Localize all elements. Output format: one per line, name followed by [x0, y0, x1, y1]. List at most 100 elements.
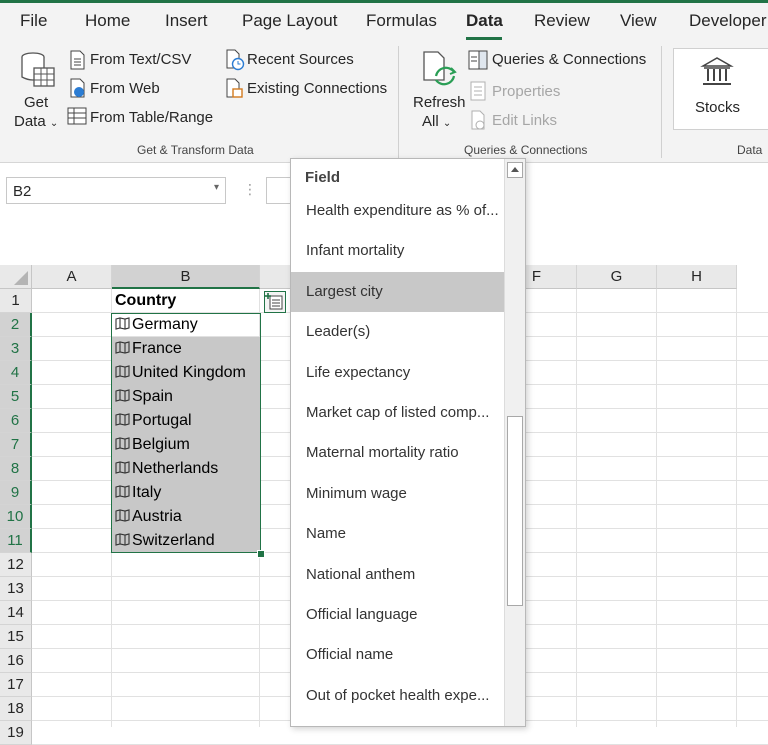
column-gridline: [736, 289, 737, 727]
recent-sources-button[interactable]: Recent Sources: [247, 51, 354, 68]
tab-review[interactable]: Review: [534, 11, 590, 31]
geography-icon[interactable]: [115, 434, 130, 450]
field-option[interactable]: Maternal mortality ratio: [291, 433, 505, 473]
select-all-triangle-icon: [14, 271, 28, 285]
cell-b3[interactable]: France: [112, 337, 260, 361]
cell-b9[interactable]: Italy: [112, 481, 260, 505]
field-option[interactable]: National anthem: [291, 555, 505, 595]
from-web-button[interactable]: From Web: [90, 80, 160, 97]
row-header-5[interactable]: 5: [0, 385, 32, 409]
field-option[interactable]: Minimum wage: [291, 474, 505, 514]
tab-page-layout[interactable]: Page Layout: [242, 11, 337, 31]
geography-icon[interactable]: [115, 410, 130, 426]
row-header-18[interactable]: 18: [0, 697, 32, 721]
cell-b4[interactable]: United Kingdom: [112, 361, 260, 385]
scroll-up-icon[interactable]: [507, 162, 523, 178]
row-header-6[interactable]: 6: [0, 409, 32, 433]
tab-data[interactable]: Data: [466, 11, 503, 31]
stocks-data-type-button[interactable]: Stocks: [673, 48, 768, 130]
fill-handle[interactable]: [257, 550, 265, 558]
geography-icon[interactable]: [115, 530, 130, 546]
field-option[interactable]: Largest city: [291, 271, 505, 312]
cell-b5[interactable]: Spain: [112, 385, 260, 409]
from-table-range-button[interactable]: From Table/Range: [90, 109, 213, 126]
existing-connections-button[interactable]: Existing Connections: [247, 80, 387, 97]
ribbon-panel: Get Data ⌄ From Text/CSV From Web From T…: [0, 40, 768, 163]
field-option[interactable]: Name: [291, 514, 505, 554]
name-box[interactable]: B2 ▾: [6, 177, 226, 204]
tab-view[interactable]: View: [620, 11, 657, 31]
row-header-12[interactable]: 12: [0, 553, 32, 577]
geography-icon[interactable]: [115, 482, 130, 498]
row-header-13[interactable]: 13: [0, 577, 32, 601]
scrollbar-thumb[interactable]: [507, 416, 523, 606]
geography-icon[interactable]: [115, 314, 130, 330]
geography-icon[interactable]: [115, 338, 130, 354]
geography-icon[interactable]: [115, 506, 130, 522]
queries-connections-button[interactable]: Queries & Connections: [492, 51, 646, 68]
row-header-3[interactable]: 3: [0, 337, 32, 361]
refresh-all-button[interactable]: Refresh All ⌄: [408, 46, 466, 132]
name-box-value: B2: [13, 183, 32, 200]
row-header-17[interactable]: 17: [0, 673, 32, 697]
get-data-button[interactable]: Get Data ⌄: [10, 46, 62, 132]
tab-file[interactable]: File: [20, 11, 47, 31]
stocks-label: Stocks: [695, 99, 741, 116]
row-header-16[interactable]: 16: [0, 649, 32, 673]
row-header-11[interactable]: 11: [0, 529, 32, 553]
column-header-h[interactable]: H: [657, 265, 737, 289]
edit-links-button[interactable]: Edit Links: [492, 112, 557, 129]
group-label-get-transform: Get & Transform Data: [137, 143, 254, 157]
field-option[interactable]: Market cap of listed comp...: [291, 393, 505, 433]
refresh-label-2: All ⌄: [422, 113, 452, 130]
geography-icon[interactable]: [115, 458, 130, 474]
row-header-1[interactable]: 1: [0, 289, 32, 313]
field-option[interactable]: Health expenditure as % of...: [291, 191, 505, 231]
cell-b8[interactable]: Netherlands: [112, 457, 260, 481]
field-option[interactable]: Official language: [291, 595, 505, 635]
row-header-10[interactable]: 10: [0, 505, 32, 529]
column-gridline: [576, 289, 577, 727]
field-option[interactable]: Infant mortality: [291, 231, 505, 271]
cell-b11[interactable]: Switzerland: [112, 529, 260, 553]
row-header-4[interactable]: 4: [0, 361, 32, 385]
cell-b1[interactable]: Country: [112, 289, 260, 313]
tab-home[interactable]: Home: [85, 11, 130, 31]
field-option[interactable]: Life expectancy: [291, 353, 505, 393]
tab-formulas[interactable]: Formulas: [366, 11, 437, 31]
queries-connections-icon: [468, 50, 488, 70]
cell-b2[interactable]: Germany: [112, 313, 260, 337]
tab-developer[interactable]: Developer: [689, 11, 767, 31]
column-header-b[interactable]: B: [112, 265, 260, 289]
chevron-down-icon[interactable]: ▾: [214, 182, 219, 193]
cell-b10[interactable]: Austria: [112, 505, 260, 529]
more-options-icon: ⋮: [243, 181, 257, 197]
ribbon-tabs: File Home Insert Page Layout Formulas Da…: [0, 3, 768, 40]
field-option[interactable]: Out of pocket health expe...: [291, 676, 505, 716]
dropdown-scrollbar[interactable]: [504, 159, 525, 726]
row-header-9[interactable]: 9: [0, 481, 32, 505]
row-header-8[interactable]: 8: [0, 457, 32, 481]
row-header-7[interactable]: 7: [0, 433, 32, 457]
country-name: Germany: [132, 316, 198, 333]
select-all-button[interactable]: [0, 265, 32, 289]
cell-b6[interactable]: Portugal: [112, 409, 260, 433]
dropdown-header: Field: [305, 169, 341, 186]
column-header-a[interactable]: A: [32, 265, 112, 289]
column-header-g[interactable]: G: [577, 265, 657, 289]
group-label-data-types: Data: [737, 143, 763, 157]
from-text-csv-button[interactable]: From Text/CSV: [90, 51, 191, 68]
geography-icon[interactable]: [115, 362, 130, 378]
properties-button[interactable]: Properties: [492, 83, 560, 100]
geography-icon[interactable]: [115, 386, 130, 402]
field-option[interactable]: Leader(s): [291, 312, 505, 352]
row-header-14[interactable]: 14: [0, 601, 32, 625]
cell-b7[interactable]: Belgium: [112, 433, 260, 457]
insert-data-icon: [265, 293, 283, 310]
insert-data-button[interactable]: [264, 291, 286, 313]
row-header-2[interactable]: 2: [0, 313, 32, 337]
tab-insert[interactable]: Insert: [165, 11, 208, 31]
row-header-19[interactable]: 19: [0, 721, 32, 745]
field-option[interactable]: Official name: [291, 635, 505, 675]
row-header-15[interactable]: 15: [0, 625, 32, 649]
